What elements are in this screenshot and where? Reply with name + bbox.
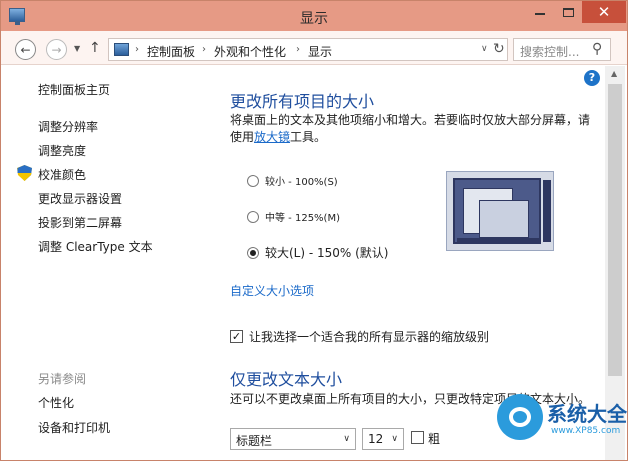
sidebar-item-devices-printers[interactable]: 设备和打印机 (38, 419, 110, 436)
size-description: 将桌面上的文本及其他项缩小和增大。若要临时仅放大部分屏幕，请 (230, 113, 591, 127)
option-smaller[interactable]: 较小 - 100%(S) (247, 173, 338, 188)
chevron-down-icon: ∨ (391, 434, 398, 444)
minimize-button[interactable] (526, 1, 554, 23)
sidebar-item-resolution[interactable]: 调整分辨率 (38, 118, 98, 135)
size-description-line2: 使用放大镜工具。 (230, 130, 327, 144)
breadcrumb-display[interactable]: 显示 (308, 43, 332, 60)
back-button[interactable]: ← (15, 39, 36, 60)
navigation-bar: ← → ▼ ↑ › 控制面板 › 外观和个性化 › 显示 ∨ ↻ 搜索控制...… (1, 31, 627, 65)
watermark-text: 系统大全 (547, 402, 627, 426)
shield-icon (17, 165, 32, 181)
maximize-button[interactable] (554, 1, 582, 23)
sidebar-item-project[interactable]: 投影到第二屏幕 (38, 214, 122, 231)
chevron-down-icon: ∨ (343, 434, 350, 444)
magnifier-link[interactable]: 放大镜 (254, 130, 290, 144)
breadcrumb-appearance[interactable]: 外观和个性化 (214, 43, 286, 60)
scaling-checkbox-row[interactable]: ✓ 让我选择一个适合我的所有显示器的缩放级别 (230, 328, 489, 345)
radio-medium[interactable] (247, 210, 259, 223)
scaling-checkbox-label: 让我选择一个适合我的所有显示器的缩放级别 (249, 330, 490, 344)
sidebar-item-home[interactable]: 控制面板主页 (38, 81, 110, 98)
search-box[interactable]: 搜索控制... ⚲ (513, 38, 611, 61)
bold-checkbox[interactable] (411, 431, 424, 444)
option-larger-label: 较大(L) - 150% (默认) (265, 246, 389, 260)
option-medium-label: 中等 - 125%(M) (265, 213, 340, 224)
search-input[interactable]: 搜索控制... (520, 43, 579, 60)
custom-size-link[interactable]: 自定义大小选项 (230, 282, 314, 299)
watermark-url: www.XP85.com (551, 426, 621, 436)
font-size-select[interactable]: 12 ∨ (362, 428, 404, 450)
control-panel-icon (114, 43, 129, 56)
title-bar: 显示 ✕ (1, 1, 627, 31)
item-select[interactable]: 标题栏 ∨ (230, 428, 356, 450)
close-button[interactable]: ✕ (582, 1, 626, 23)
search-icon[interactable]: ⚲ (592, 41, 602, 57)
window: 显示 ✕ ← → ▼ ↑ › 控制面板 › 外观和个性化 › 显示 ∨ ↻ 搜索… (0, 0, 628, 461)
sidebar: 控制面板主页 调整分辨率 调整亮度 校准颜色 更改显示器设置 投影到第二屏幕 调… (1, 66, 201, 460)
address-dropdown-icon[interactable]: ∨ (481, 44, 488, 54)
sidebar-item-calibrate-color[interactable]: 校准颜色 (38, 166, 86, 183)
radio-smaller[interactable] (247, 174, 259, 187)
breadcrumb-separator[interactable]: › (202, 44, 206, 55)
breadcrumb-control-panel[interactable]: 控制面板 (147, 43, 195, 60)
item-select-value: 标题栏 (236, 434, 273, 448)
breadcrumb-separator[interactable]: › (296, 44, 300, 55)
minimize-icon (535, 13, 545, 15)
scroll-thumb[interactable] (608, 84, 622, 376)
address-bar[interactable]: › 控制面板 › 外观和个性化 › 显示 ∨ ↻ (108, 38, 508, 61)
refresh-icon[interactable]: ↻ (493, 41, 505, 57)
preview-screen (453, 178, 541, 244)
watermark-icon (497, 394, 543, 440)
maximize-icon (562, 7, 574, 17)
breadcrumb-separator[interactable]: › (135, 44, 139, 55)
bold-label: 粗 (428, 432, 441, 446)
forward-button[interactable]: → (46, 39, 67, 60)
scroll-up-icon[interactable]: ▲ (611, 69, 617, 78)
heading-text-size: 仅更改文本大小 (230, 370, 343, 389)
see-also-heading: 另请参阅 (38, 372, 87, 386)
watermark-logo: 系统大全 www.XP85.com (491, 386, 627, 448)
help-icon[interactable]: ? (584, 70, 600, 86)
option-smaller-label: 较小 - 100%(S) (265, 177, 338, 188)
heading-change-size: 更改所有项目的大小 (230, 92, 375, 111)
up-button[interactable]: ↑ (89, 40, 101, 56)
sidebar-item-cleartype[interactable]: 调整 ClearType 文本 (38, 238, 153, 255)
recent-locations-chevron-icon[interactable]: ▼ (74, 44, 80, 53)
scaling-checkbox[interactable]: ✓ (230, 330, 243, 343)
font-size-value: 12 (368, 432, 384, 446)
radio-larger[interactable] (247, 246, 259, 259)
option-larger[interactable]: 较大(L) - 150% (默认) (247, 244, 389, 261)
sidebar-item-brightness[interactable]: 调整亮度 (38, 142, 86, 159)
option-medium[interactable]: 中等 - 125%(M) (247, 209, 340, 224)
sidebar-item-personalization[interactable]: 个性化 (38, 394, 74, 411)
display-preview-image (446, 171, 554, 251)
sidebar-item-display-settings[interactable]: 更改显示器设置 (38, 190, 122, 207)
